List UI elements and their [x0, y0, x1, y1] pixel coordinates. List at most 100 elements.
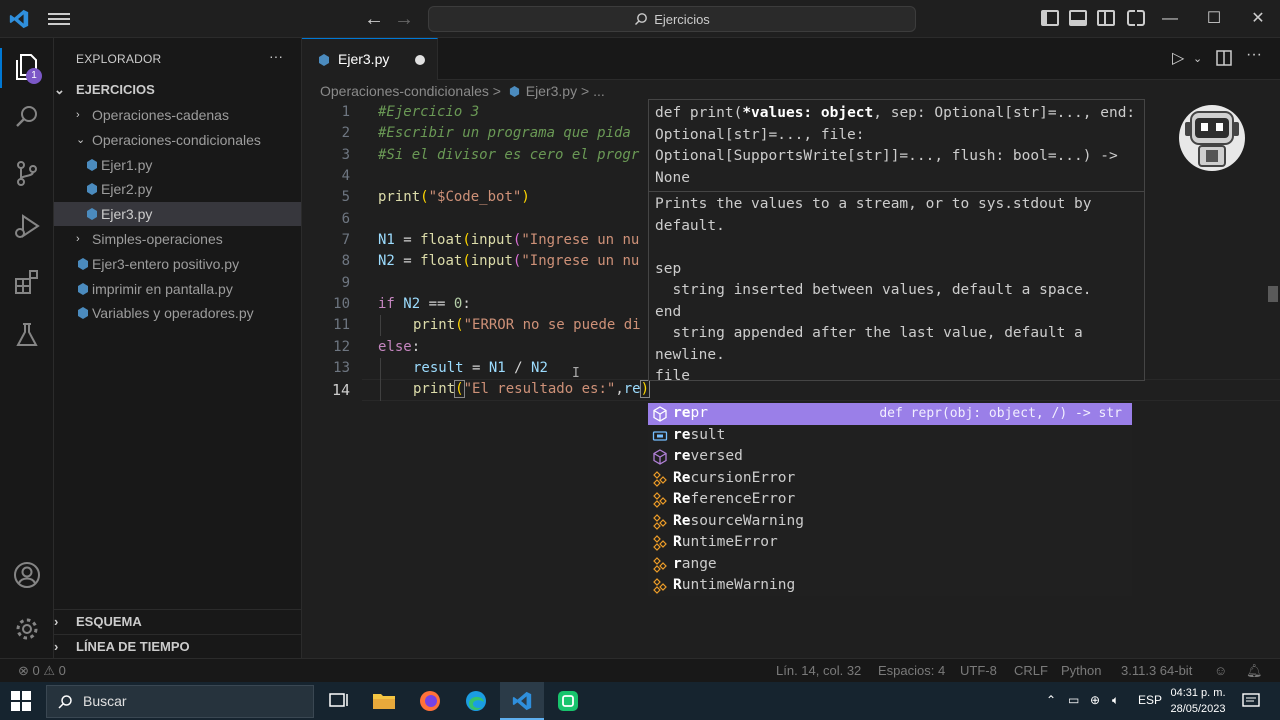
menu-hamburger-icon[interactable] [48, 10, 70, 28]
suggestion-item[interactable]: RecursionError [648, 468, 1132, 490]
workspace-root[interactable]: ⌄ EJERCICIOS [54, 78, 301, 102]
file-variables-y-operadores[interactable]: Variables y operadores.py [54, 301, 301, 325]
command-center-search[interactable]: Ejercicios [428, 6, 916, 32]
maximize-icon[interactable]: ☐ [1194, 4, 1234, 34]
folder-operaciones-cadenas[interactable]: › Operaciones-cadenas [54, 103, 301, 127]
breadcrumb-more[interactable]: ... [593, 83, 605, 99]
volume-icon[interactable]: 🔈︎ [1112, 693, 1119, 708]
suggestion-item[interactable]: reversed [648, 446, 1132, 468]
run-debug-icon[interactable] [12, 211, 42, 241]
toggle-primary-sidebar-icon[interactable] [1041, 10, 1059, 26]
timeline-section[interactable]: › LÍNEA DE TIEMPO [54, 634, 301, 658]
python-file-icon [87, 208, 97, 220]
show-hidden-icons-chevron-icon[interactable]: ⌃ [1046, 693, 1056, 707]
file-explorer-icon[interactable] [368, 687, 400, 715]
customize-layout-icon[interactable] [1127, 10, 1145, 26]
signature-docs: Prints the values to a stream, or to sys… [655, 196, 1092, 381]
search-icon[interactable] [12, 102, 42, 132]
green-app-icon[interactable] [552, 687, 584, 715]
vscode-taskbar-active[interactable] [500, 682, 544, 720]
more-actions-icon[interactable]: ··· [269, 48, 283, 64]
suggestion-item[interactable]: ReferenceError [648, 489, 1132, 511]
windows-start-icon[interactable] [10, 690, 32, 712]
python-interpreter[interactable]: 3.11.3 64-bit [1121, 659, 1192, 683]
toggle-secondary-sidebar-icon[interactable] [1097, 10, 1115, 26]
line-number: 10 [333, 296, 350, 312]
method-cube-icon [653, 449, 667, 465]
text-cursor-ibeam-icon: I [572, 366, 580, 381]
outline-section[interactable]: › ESQUEMA [54, 609, 301, 633]
breadcrumb-folder[interactable]: Operaciones-condicionales [320, 83, 489, 99]
vscode-app-icon [512, 691, 532, 711]
taskbar-search-box[interactable]: Buscar [46, 685, 314, 718]
indentation[interactable]: Espacios: 4 [878, 659, 945, 683]
chevron-right-icon: › [54, 639, 59, 654]
line-number: 13 [333, 360, 350, 376]
line-number: 5 [341, 189, 350, 205]
run-python-icon[interactable]: ▷ [1172, 48, 1184, 68]
problems-indicator[interactable]: ⊗ 0 ⚠ 0 [18, 659, 66, 683]
file-ejer2-py[interactable]: Ejer2.py [54, 177, 301, 201]
firefox-icon[interactable] [414, 687, 446, 715]
class-icon [653, 556, 667, 573]
folder-operaciones-condicionales[interactable]: ⌄ Operaciones-condicionales [54, 128, 301, 152]
minimize-icon[interactable]: — [1150, 4, 1190, 34]
suggestion-item[interactable]: range [648, 554, 1132, 576]
edge-browser-icon[interactable] [460, 687, 492, 715]
code-line-13: result = N1 / N2 [413, 360, 548, 376]
folder-simples-operaciones[interactable]: › Simples-operaciones [54, 227, 301, 251]
command-center-label: Ejercicios [654, 11, 710, 27]
taskbar-clock[interactable]: 04:31 p. m. 28/05/2023 [1162, 685, 1234, 717]
end-of-line[interactable]: CRLF [1014, 659, 1048, 683]
cursor-position[interactable]: Lín. 14, col. 32 [776, 659, 861, 683]
notifications-bell-icon[interactable]: 🔔︎ [1246, 659, 1263, 683]
file-ejer1-py[interactable]: Ejer1.py [54, 153, 301, 177]
notification-center-icon[interactable] [1242, 692, 1260, 710]
class-icon [653, 492, 667, 508]
split-editor-icon[interactable] [1216, 50, 1232, 66]
activity-bar: 1 [0, 38, 54, 658]
battery-icon[interactable]: ▭ [1068, 693, 1079, 707]
error-icon: ⊗ [18, 663, 29, 678]
close-icon[interactable]: ✕ [1238, 4, 1278, 34]
codebot-avatar-icon [1179, 105, 1245, 171]
editor-scrollbar-thumb[interactable] [1268, 286, 1278, 302]
run-dropdown-chevron-icon[interactable]: ⌄ [1193, 52, 1202, 65]
testing-flask-icon[interactable] [12, 320, 42, 350]
line-number: 3 [341, 147, 350, 163]
line-number: 8 [341, 253, 350, 269]
file-ejer3-entero-positivo[interactable]: Ejer3-entero positivo.py [54, 252, 301, 276]
more-actions-icon[interactable]: ··· [1246, 46, 1262, 64]
input-language[interactable]: ESP [1138, 693, 1162, 707]
class-icon [653, 535, 667, 551]
task-view-icon[interactable] [322, 687, 354, 715]
breadcrumb-file[interactable]: Ejer3.py [526, 83, 577, 99]
encoding[interactable]: UTF-8 [960, 659, 997, 683]
code-line-1: #Ejercicio 3 [378, 104, 480, 120]
suggestion-item[interactable]: RuntimeError [648, 532, 1132, 554]
unsaved-dot-icon[interactable] [415, 55, 425, 65]
account-icon[interactable] [12, 560, 42, 590]
suggestion-item[interactable]: ResourceWarning [648, 511, 1132, 533]
tab-ejer3-py[interactable]: Ejer3.py [302, 38, 438, 80]
code-line-7: N1 = float(input("Ingrese un nu [378, 232, 640, 248]
language-mode[interactable]: Python [1061, 659, 1101, 683]
chevron-right-icon: › [54, 614, 59, 629]
line-number: 11 [333, 317, 350, 333]
toggle-panel-icon[interactable] [1069, 10, 1087, 26]
file-imprimir-en-pantalla[interactable]: imprimir en pantalla.py [54, 277, 301, 301]
file-ejer3-py[interactable]: Ejer3.py [54, 202, 301, 226]
source-control-icon[interactable] [12, 158, 42, 188]
network-globe-icon[interactable]: ⊕ [1090, 693, 1100, 707]
settings-gear-icon[interactable] [12, 614, 42, 644]
back-arrow-icon[interactable]: ← [364, 8, 384, 31]
feedback-icon[interactable]: ☺ [1214, 659, 1227, 683]
suggestion-item[interactable]: result [648, 425, 1132, 447]
extensions-icon[interactable] [12, 267, 42, 297]
line-number: 9 [341, 275, 350, 291]
active-view-indicator [0, 48, 2, 88]
suggestion-item[interactable]: repr def repr(obj: object, /) -> str [648, 403, 1132, 425]
line-number: 4 [341, 168, 350, 184]
suggestion-item[interactable]: RuntimeWarning [648, 575, 1132, 597]
forward-arrow-icon[interactable]: → [394, 8, 414, 31]
